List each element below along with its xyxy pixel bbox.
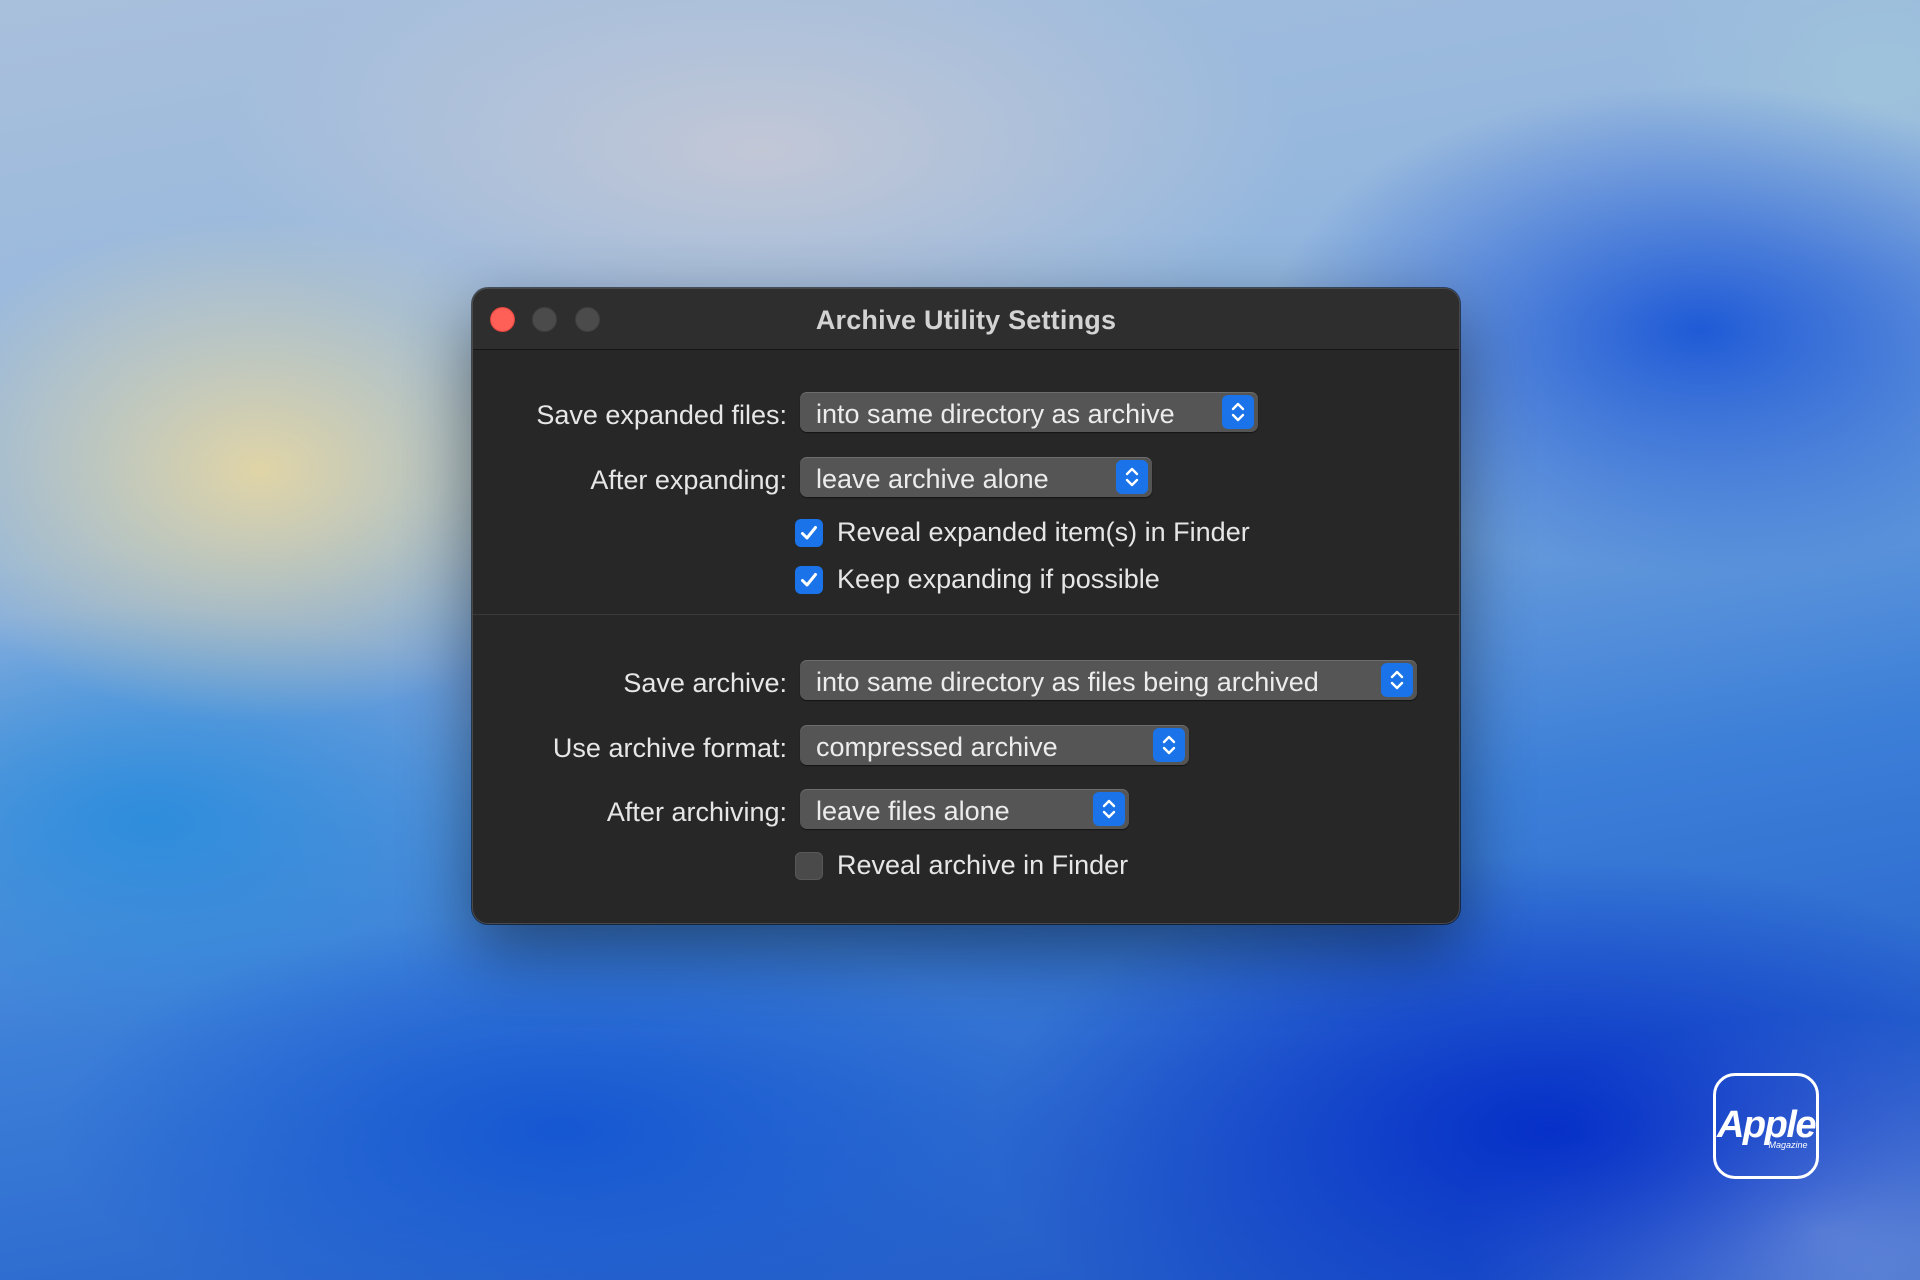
save-archive-row: Save archive: into same directory as fil…: [473, 660, 1459, 700]
after-archiving-row: After archiving: leave files alone: [473, 789, 1459, 829]
save-archive-value: into same directory as files being archi…: [816, 667, 1319, 697]
after-expanding-popup[interactable]: leave archive alone: [800, 457, 1152, 497]
checkmark-icon: [801, 526, 817, 540]
after-archiving-value: leave files alone: [816, 796, 1010, 826]
reveal-archive-checkbox[interactable]: [795, 852, 823, 880]
chevron-up-down-icon: [1381, 663, 1413, 697]
archive-format-row: Use archive format: compressed archive: [473, 725, 1459, 765]
section-divider: [473, 614, 1459, 615]
save-expanded-files-label: Save expanded files:: [536, 400, 787, 430]
save-archive-label: Save archive:: [623, 668, 787, 698]
after-archiving-label: After archiving:: [606, 797, 787, 827]
chevron-up-down-icon: [1222, 395, 1254, 429]
after-archiving-popup[interactable]: leave files alone: [800, 789, 1129, 829]
checkmark-icon: [801, 573, 817, 587]
title-bar[interactable]: Archive Utility Settings: [473, 289, 1459, 350]
keep-expanding-checkbox[interactable]: [795, 566, 823, 594]
keep-expanding-label: Keep expanding if possible: [837, 564, 1160, 594]
window-title: Archive Utility Settings: [815, 305, 1117, 335]
logo-wordmark: Apple: [1716, 1104, 1817, 1146]
archive-format-popup[interactable]: compressed archive: [800, 725, 1189, 765]
save-archive-popup[interactable]: into same directory as files being archi…: [800, 660, 1417, 700]
reveal-expanded-label: Reveal expanded item(s) in Finder: [837, 517, 1250, 547]
after-expanding-row: After expanding: leave archive alone: [473, 457, 1459, 497]
chevron-up-down-icon: [1093, 792, 1125, 826]
logo-subtitle: Magazine: [1768, 1140, 1808, 1150]
settings-window: Archive Utility Settings Save expanded f…: [472, 288, 1460, 924]
after-expanding-value: leave archive alone: [816, 464, 1049, 494]
reveal-archive-label: Reveal archive in Finder: [837, 850, 1129, 880]
after-expanding-label: After expanding:: [590, 465, 787, 495]
apple-magazine-logo: Apple Magazine: [1713, 1073, 1819, 1179]
archive-format-label: Use archive format:: [552, 733, 787, 763]
save-expanded-files-row: Save expanded files: into same directory…: [473, 392, 1459, 432]
reveal-expanded-checkbox[interactable]: [795, 519, 823, 547]
save-expanded-files-popup[interactable]: into same directory as archive: [800, 392, 1258, 432]
archive-format-value: compressed archive: [816, 732, 1058, 762]
save-expanded-files-value: into same directory as archive: [816, 399, 1175, 429]
chevron-up-down-icon: [1153, 728, 1185, 762]
chevron-up-down-icon: [1116, 460, 1148, 494]
